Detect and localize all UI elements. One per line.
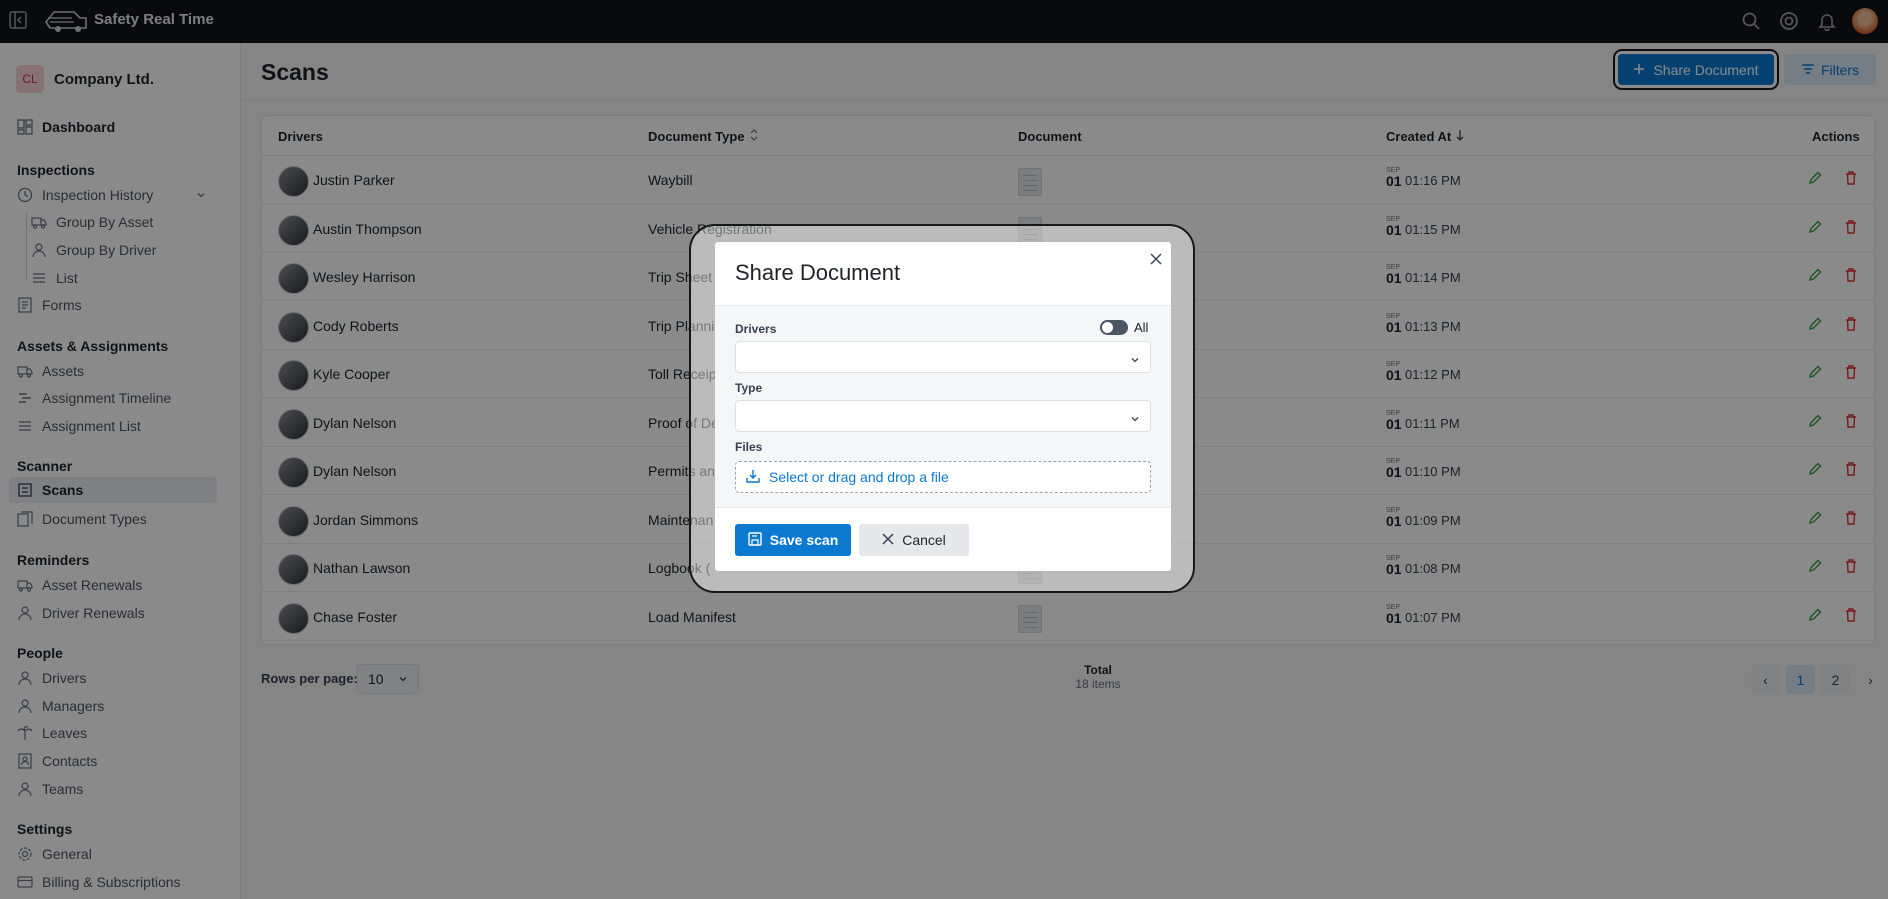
type-field-label: Type <box>735 381 763 395</box>
close-icon[interactable] <box>1147 250 1165 268</box>
all-label: All <box>1134 320 1149 335</box>
cancel-button[interactable]: Cancel <box>859 524 969 556</box>
dropzone-text: Select or drag and drop a file <box>769 469 949 485</box>
files-field-label: Files <box>735 440 763 454</box>
drivers-field-label: Drivers <box>735 322 777 336</box>
type-select[interactable] <box>735 400 1151 432</box>
modal-title: Share Document <box>735 260 901 285</box>
save-icon <box>748 531 762 549</box>
close-icon <box>882 532 894 548</box>
cancel-label: Cancel <box>902 532 946 548</box>
save-scan-button[interactable]: Save scan <box>735 524 851 556</box>
file-dropzone[interactable]: Select or drag and drop a file <box>735 461 1151 493</box>
upload-icon <box>745 468 761 487</box>
chevron-down-icon <box>1130 352 1140 370</box>
all-drivers-toggle[interactable]: All <box>1100 320 1148 335</box>
toggle-switch[interactable] <box>1100 320 1128 335</box>
save-scan-label: Save scan <box>769 532 839 548</box>
modal-body: Drivers All Type Files Select or drag an… <box>715 305 1171 508</box>
drivers-select[interactable] <box>735 341 1151 373</box>
share-document-modal: Share Document Drivers All Type Files Se… <box>715 242 1171 571</box>
chevron-down-icon <box>1130 411 1140 429</box>
